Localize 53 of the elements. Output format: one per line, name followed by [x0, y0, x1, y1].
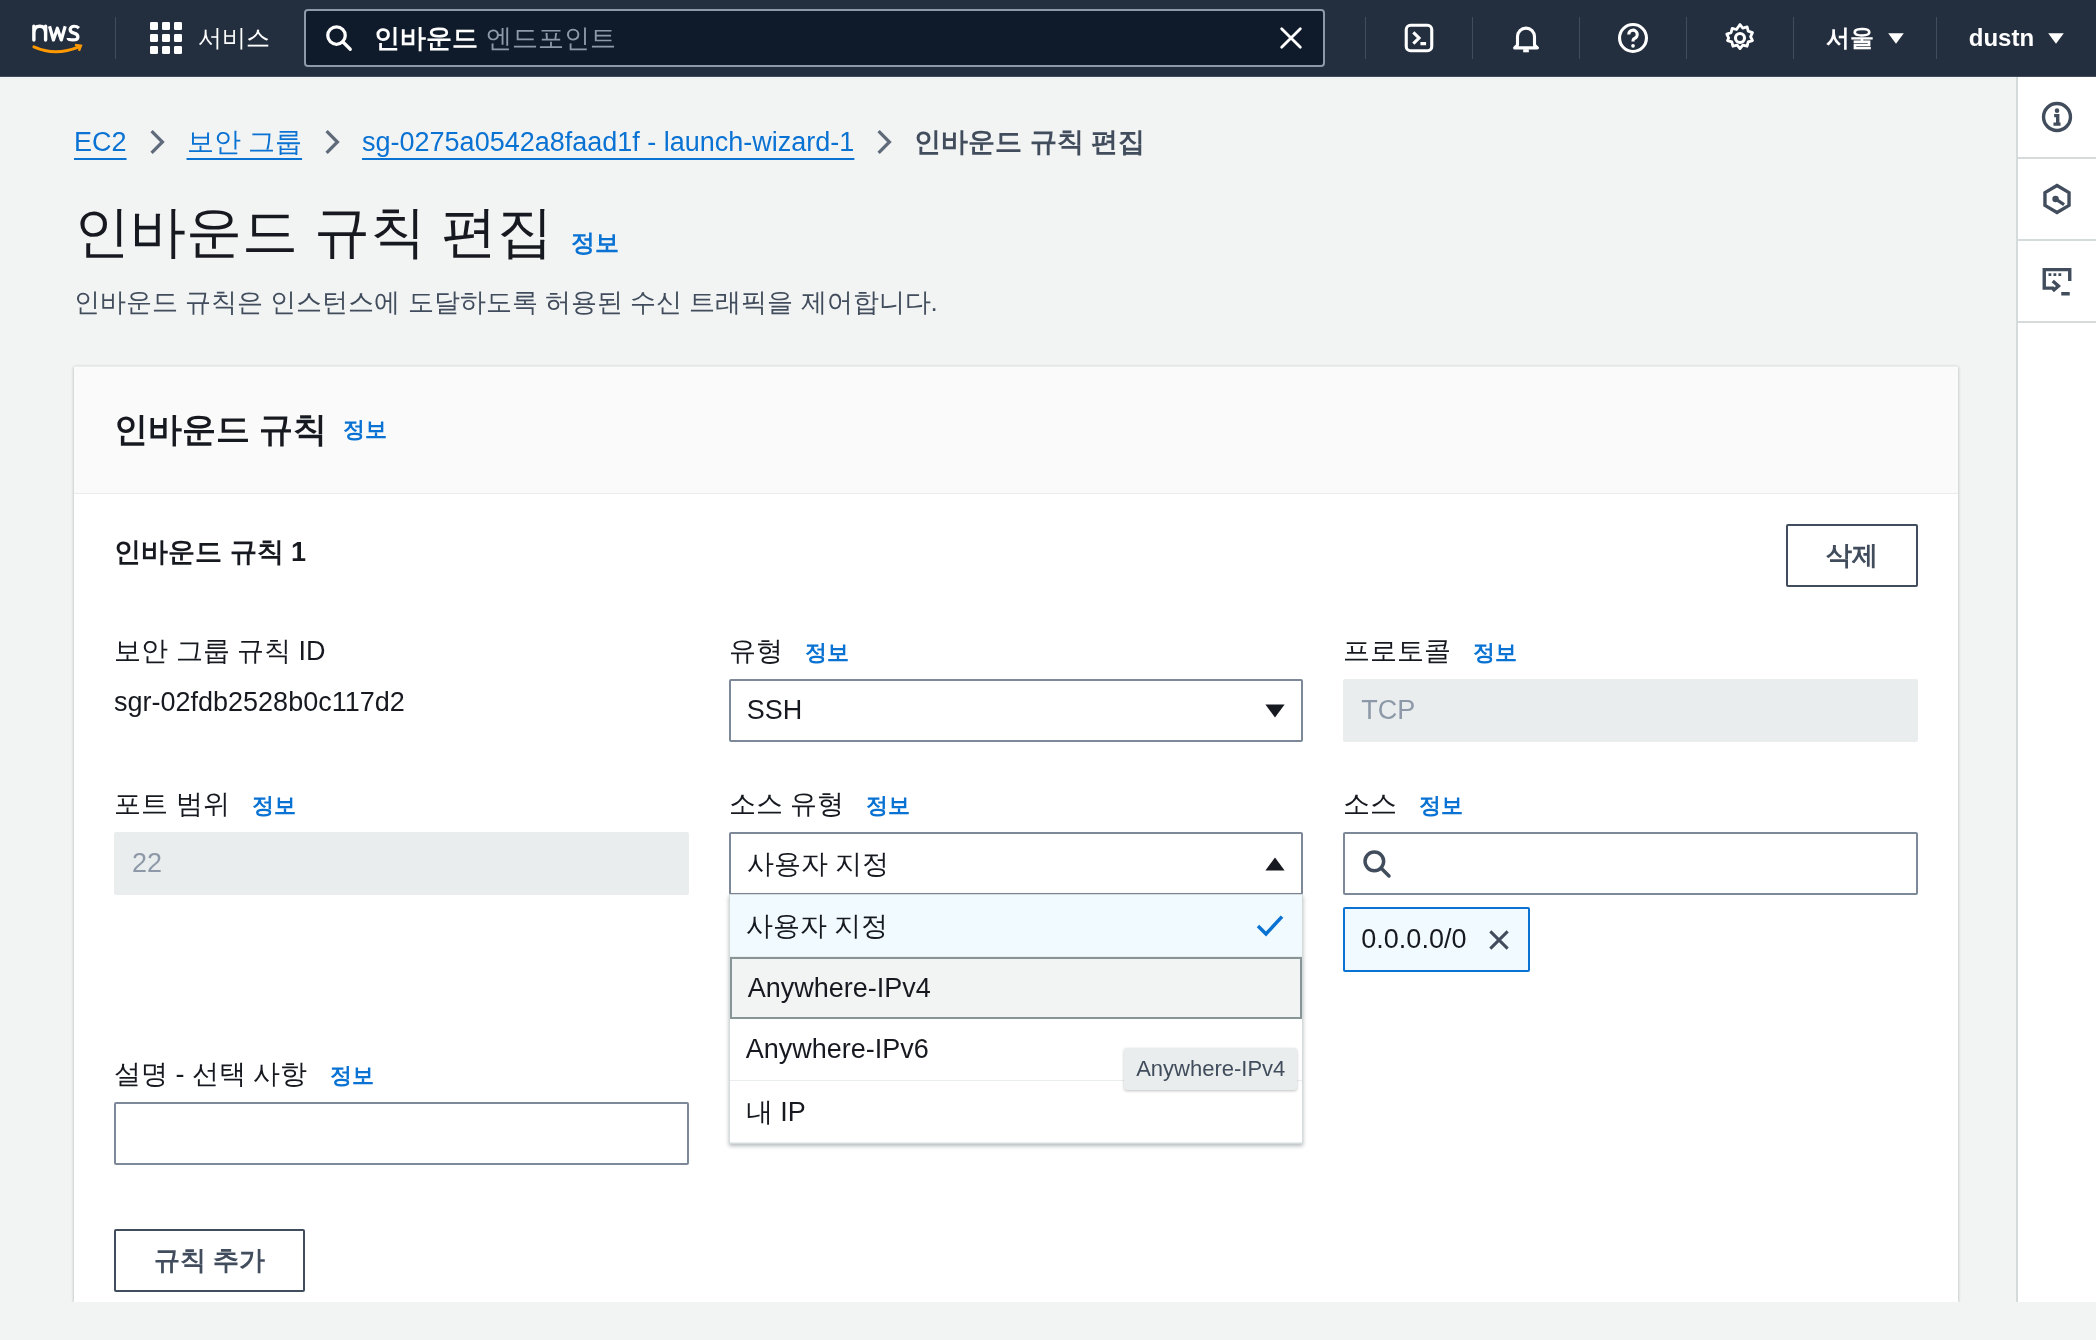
caret-down-icon: [1887, 31, 1904, 45]
hexagon-icon[interactable]: [2040, 182, 2074, 216]
field-label: 포트 범위: [114, 788, 230, 821]
chevron-right-icon: [324, 129, 341, 155]
dropdown-option[interactable]: Anywhere-IPv4: [729, 957, 1303, 1019]
info-link[interactable]: 정보: [866, 791, 911, 821]
grid-icon: [149, 22, 182, 54]
info-link[interactable]: 정보: [804, 638, 849, 668]
search-icon: [1361, 847, 1394, 880]
tooltip: Anywhere-IPv4: [1124, 1048, 1298, 1090]
search-icon: [323, 23, 354, 53]
source-search-field[interactable]: [1343, 832, 1918, 895]
page-title: 인바운드 규칙 편집: [74, 199, 554, 265]
user-menu[interactable]: dustn: [1936, 24, 2096, 52]
search-field[interactable]: 인바운드 엔드포인트: [303, 9, 1325, 67]
breadcrumb-link[interactable]: sg-0275a0542a8faad1f - launch-wizard-1: [362, 126, 855, 158]
services-button[interactable]: 서비스: [115, 22, 304, 54]
field-label: 프로토콜: [1343, 635, 1452, 668]
chevron-right-icon: [148, 129, 165, 155]
field-label: 소스: [1343, 788, 1398, 821]
description-input-field[interactable]: [114, 1102, 689, 1165]
caret-up-icon: [1265, 855, 1286, 872]
info-link[interactable]: 정보: [343, 415, 388, 445]
breadcrumb-link[interactable]: EC2: [74, 126, 127, 158]
info-link[interactable]: 정보: [329, 1061, 374, 1091]
close-icon[interactable]: [1277, 24, 1305, 52]
rule-title: 인바운드 규칙 1: [114, 536, 307, 569]
field-label: 유형: [728, 635, 783, 668]
caret-down-icon: [1265, 702, 1286, 719]
field-label: 보안 그룹 규칙 ID: [114, 635, 326, 668]
select-dropdown[interactable]: SSH: [728, 679, 1304, 742]
panel-title: 인바운드 규칙: [114, 409, 328, 450]
region-menu[interactable]: 서울: [1793, 22, 1936, 54]
info-link[interactable]: 정보: [1419, 791, 1464, 821]
add-rule-button[interactable]: 규칙 추가: [114, 1229, 306, 1292]
field-label: 설명 - 선택 사항: [114, 1058, 308, 1091]
rule-id-value: sgr-02fdb2528b0c117d2: [114, 687, 406, 718]
help-icon[interactable]: [1615, 21, 1650, 55]
disabled-input-field: 22: [114, 832, 689, 895]
disabled-input-field: TCP: [1343, 679, 1918, 742]
caret-down-icon: [2048, 31, 2065, 45]
delete-button[interactable]: 삭제: [1786, 524, 1918, 587]
cidr-token: 0.0.0.0/0: [1343, 907, 1531, 972]
chevron-right-icon: [876, 129, 893, 155]
info-icon[interactable]: [2040, 100, 2074, 134]
info-link[interactable]: 정보: [1473, 638, 1518, 668]
info-link[interactable]: 정보: [571, 227, 620, 259]
page-description: 인바운드 규칙은 인스턴스에 도달하도록 허용된 수신 트래픽을 제어합니다.: [74, 286, 939, 319]
breadcrumb-link[interactable]: 보안 그룹: [186, 124, 303, 160]
dropdown-option[interactable]: 사용자 지정: [729, 895, 1303, 957]
breadcrumb-current: 인바운드 규칙 편집: [914, 126, 1146, 159]
field-label: 소스 유형: [728, 788, 845, 821]
info-link[interactable]: 정보: [251, 791, 296, 821]
